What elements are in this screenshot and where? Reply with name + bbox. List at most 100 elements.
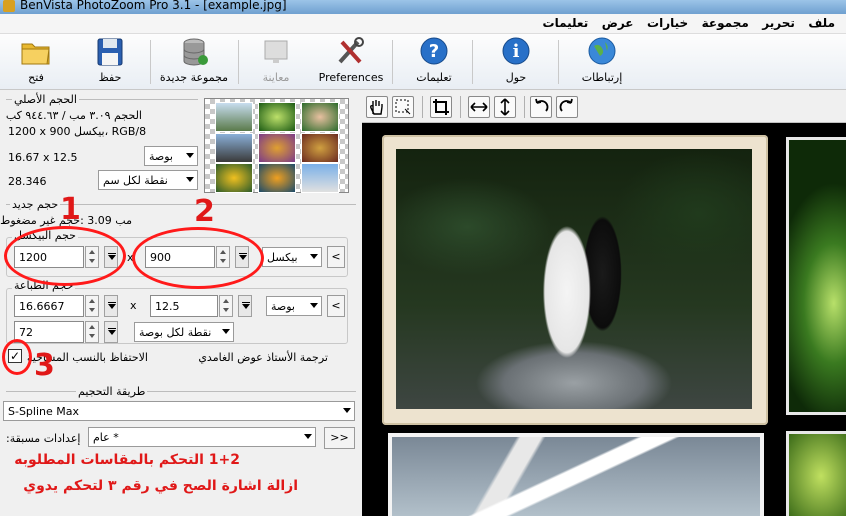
crop-button[interactable] <box>430 96 452 118</box>
framed-photo <box>382 135 768 425</box>
select-tool-button[interactable] <box>392 96 414 118</box>
annotation-text-line-2: ازالة اشارة الصح في رقم ٣ لتحكم يدوي <box>23 478 298 494</box>
menu-edit[interactable]: تحرير <box>757 14 800 32</box>
preferences-button[interactable]: Preferences <box>318 36 384 88</box>
menu-batch[interactable]: مجموعة <box>697 14 754 32</box>
fit-width-button[interactable] <box>468 96 490 118</box>
toolbar-separator <box>238 40 239 84</box>
tools-icon <box>338 37 364 64</box>
print-link-button[interactable]: < <box>327 295 345 317</box>
open-button[interactable]: فتح <box>12 36 60 88</box>
original-dimensions: 1200 x 900 بيكسل، RGB/8 <box>8 125 147 138</box>
annotation-number-3: 3 <box>34 348 55 383</box>
presets-label: إعدادات مسبقة: <box>6 432 81 445</box>
preview-icon <box>264 40 288 63</box>
group-divider <box>6 391 356 392</box>
globe-icon <box>588 37 616 65</box>
resolution-input[interactable]: 72 <box>14 321 84 343</box>
fit-height-button[interactable] <box>494 96 516 118</box>
translator-credit: ترجمة الأستاذ عوض الغامدي <box>198 351 328 364</box>
original-print-unit-select[interactable]: بوصة <box>144 146 198 166</box>
print-width-unit-button[interactable] <box>104 295 118 317</box>
menu-bar: ملف تحرير مجموعة خيارات عرض تعليمات <box>0 14 846 34</box>
menu-view[interactable]: عرض <box>597 14 639 32</box>
pixel-unit-select[interactable]: بيكسل <box>262 247 322 267</box>
menu-file[interactable]: ملف <box>803 14 840 32</box>
original-print-size: 16.67 x 12.5 <box>8 151 78 164</box>
preview-toolbar <box>362 91 846 123</box>
rotate-left-button[interactable] <box>530 96 552 118</box>
original-resolution: 28.346 <box>8 175 47 188</box>
toolbar-separator <box>524 96 525 118</box>
preview-thumbnail-right <box>786 137 846 415</box>
thumbnail[interactable] <box>258 133 296 163</box>
hand-tool-button[interactable] <box>366 96 388 118</box>
print-unit-select[interactable]: بوصة <box>266 296 322 316</box>
times-sign: x <box>130 299 137 312</box>
about-button[interactable]: i حول <box>494 36 538 88</box>
links-button[interactable]: إرتباطات <box>574 36 630 88</box>
new-batch-button[interactable]: مجموعة جديدة <box>156 36 232 88</box>
menu-help[interactable]: تعليمات <box>538 14 594 32</box>
marquee-select-icon <box>395 99 411 115</box>
print-width-input[interactable]: 16.6667 <box>14 295 84 317</box>
thumbnail[interactable] <box>215 133 253 163</box>
resize-method-title: طريقة التحجيم <box>76 385 148 398</box>
thumbnail[interactable] <box>258 102 296 132</box>
hand-icon <box>370 100 383 115</box>
pixel-link-button[interactable]: < <box>327 246 345 268</box>
print-height-spinner[interactable] <box>219 295 233 317</box>
rotate-right-icon <box>559 98 573 112</box>
window-title: BenVista PhotoZoom Pro 3.1 - [example.jp… <box>20 0 287 12</box>
annotation-circle-2 <box>132 227 264 289</box>
thumbnail[interactable] <box>301 163 339 193</box>
annotation-text-line-1: 1+2 التحكم بالمقاسات المطلوبه <box>14 452 240 468</box>
original-file-size: الحجم ٣.٠٩ مب / ٩٤٤.٦٣ كب <box>5 109 142 122</box>
rotate-right-button[interactable] <box>556 96 578 118</box>
crop-icon <box>433 99 449 115</box>
annotation-circle-1 <box>4 226 126 286</box>
folder-icon <box>21 43 50 65</box>
original-size-title: الحجم الأصلي <box>12 93 79 106</box>
thumbnail[interactable] <box>215 102 253 132</box>
presets-more-button[interactable]: >> <box>324 427 355 449</box>
annotation-number-1: 1 <box>60 192 81 227</box>
resolution-unit-button[interactable] <box>104 321 118 343</box>
original-resolution-unit-select[interactable]: نقطة لكل سم <box>98 170 198 190</box>
toolbar-separator <box>150 40 151 84</box>
print-height-input[interactable]: 12.5 <box>150 295 218 317</box>
title-bar: BenVista PhotoZoom Pro 3.1 - [example.jp… <box>0 0 846 14</box>
toolbar-separator <box>460 96 461 118</box>
menu-options[interactable]: خيارات <box>642 14 693 32</box>
thumbnail[interactable] <box>301 102 339 132</box>
image-thumbnails[interactable] <box>204 98 349 193</box>
preview-thumbnail-bottom-right <box>786 431 846 516</box>
help-button[interactable]: ? تعليمات <box>410 36 458 88</box>
toolbar-separator <box>472 40 473 84</box>
print-height-unit-button[interactable] <box>238 295 252 317</box>
app-icon <box>3 0 15 12</box>
main-toolbar: فتح حفظ مجموعة جديدة معاينة Preferences … <box>0 34 846 90</box>
svg-text:i: i <box>513 41 520 62</box>
thumbnail[interactable] <box>215 163 253 193</box>
info-icon: i <box>502 37 530 65</box>
toolbar-separator <box>422 96 423 118</box>
preview-button[interactable]: معاينة <box>250 36 302 88</box>
resolution-unit-select[interactable]: نقطة لكل بوصة <box>134 322 234 342</box>
new-size-title: حجم جديد <box>10 198 61 211</box>
database-icon <box>183 38 208 66</box>
resize-method-select[interactable]: S-Spline Max <box>3 401 355 421</box>
toolbar-separator <box>392 40 393 84</box>
thumbnail[interactable] <box>258 163 296 193</box>
toolbar-separator <box>558 40 559 84</box>
preview-thumbnail-bottom <box>388 433 764 516</box>
preset-select[interactable]: عام * <box>88 427 316 447</box>
wedding-photo <box>396 149 752 409</box>
thumbnail[interactable] <box>301 133 339 163</box>
print-width-spinner[interactable] <box>85 295 99 317</box>
rotate-left-icon <box>535 98 549 112</box>
resolution-spinner[interactable] <box>85 321 99 343</box>
save-button[interactable]: حفظ <box>86 36 134 88</box>
image-preview-area[interactable] <box>362 123 846 516</box>
horizontal-arrows-icon <box>470 102 488 112</box>
